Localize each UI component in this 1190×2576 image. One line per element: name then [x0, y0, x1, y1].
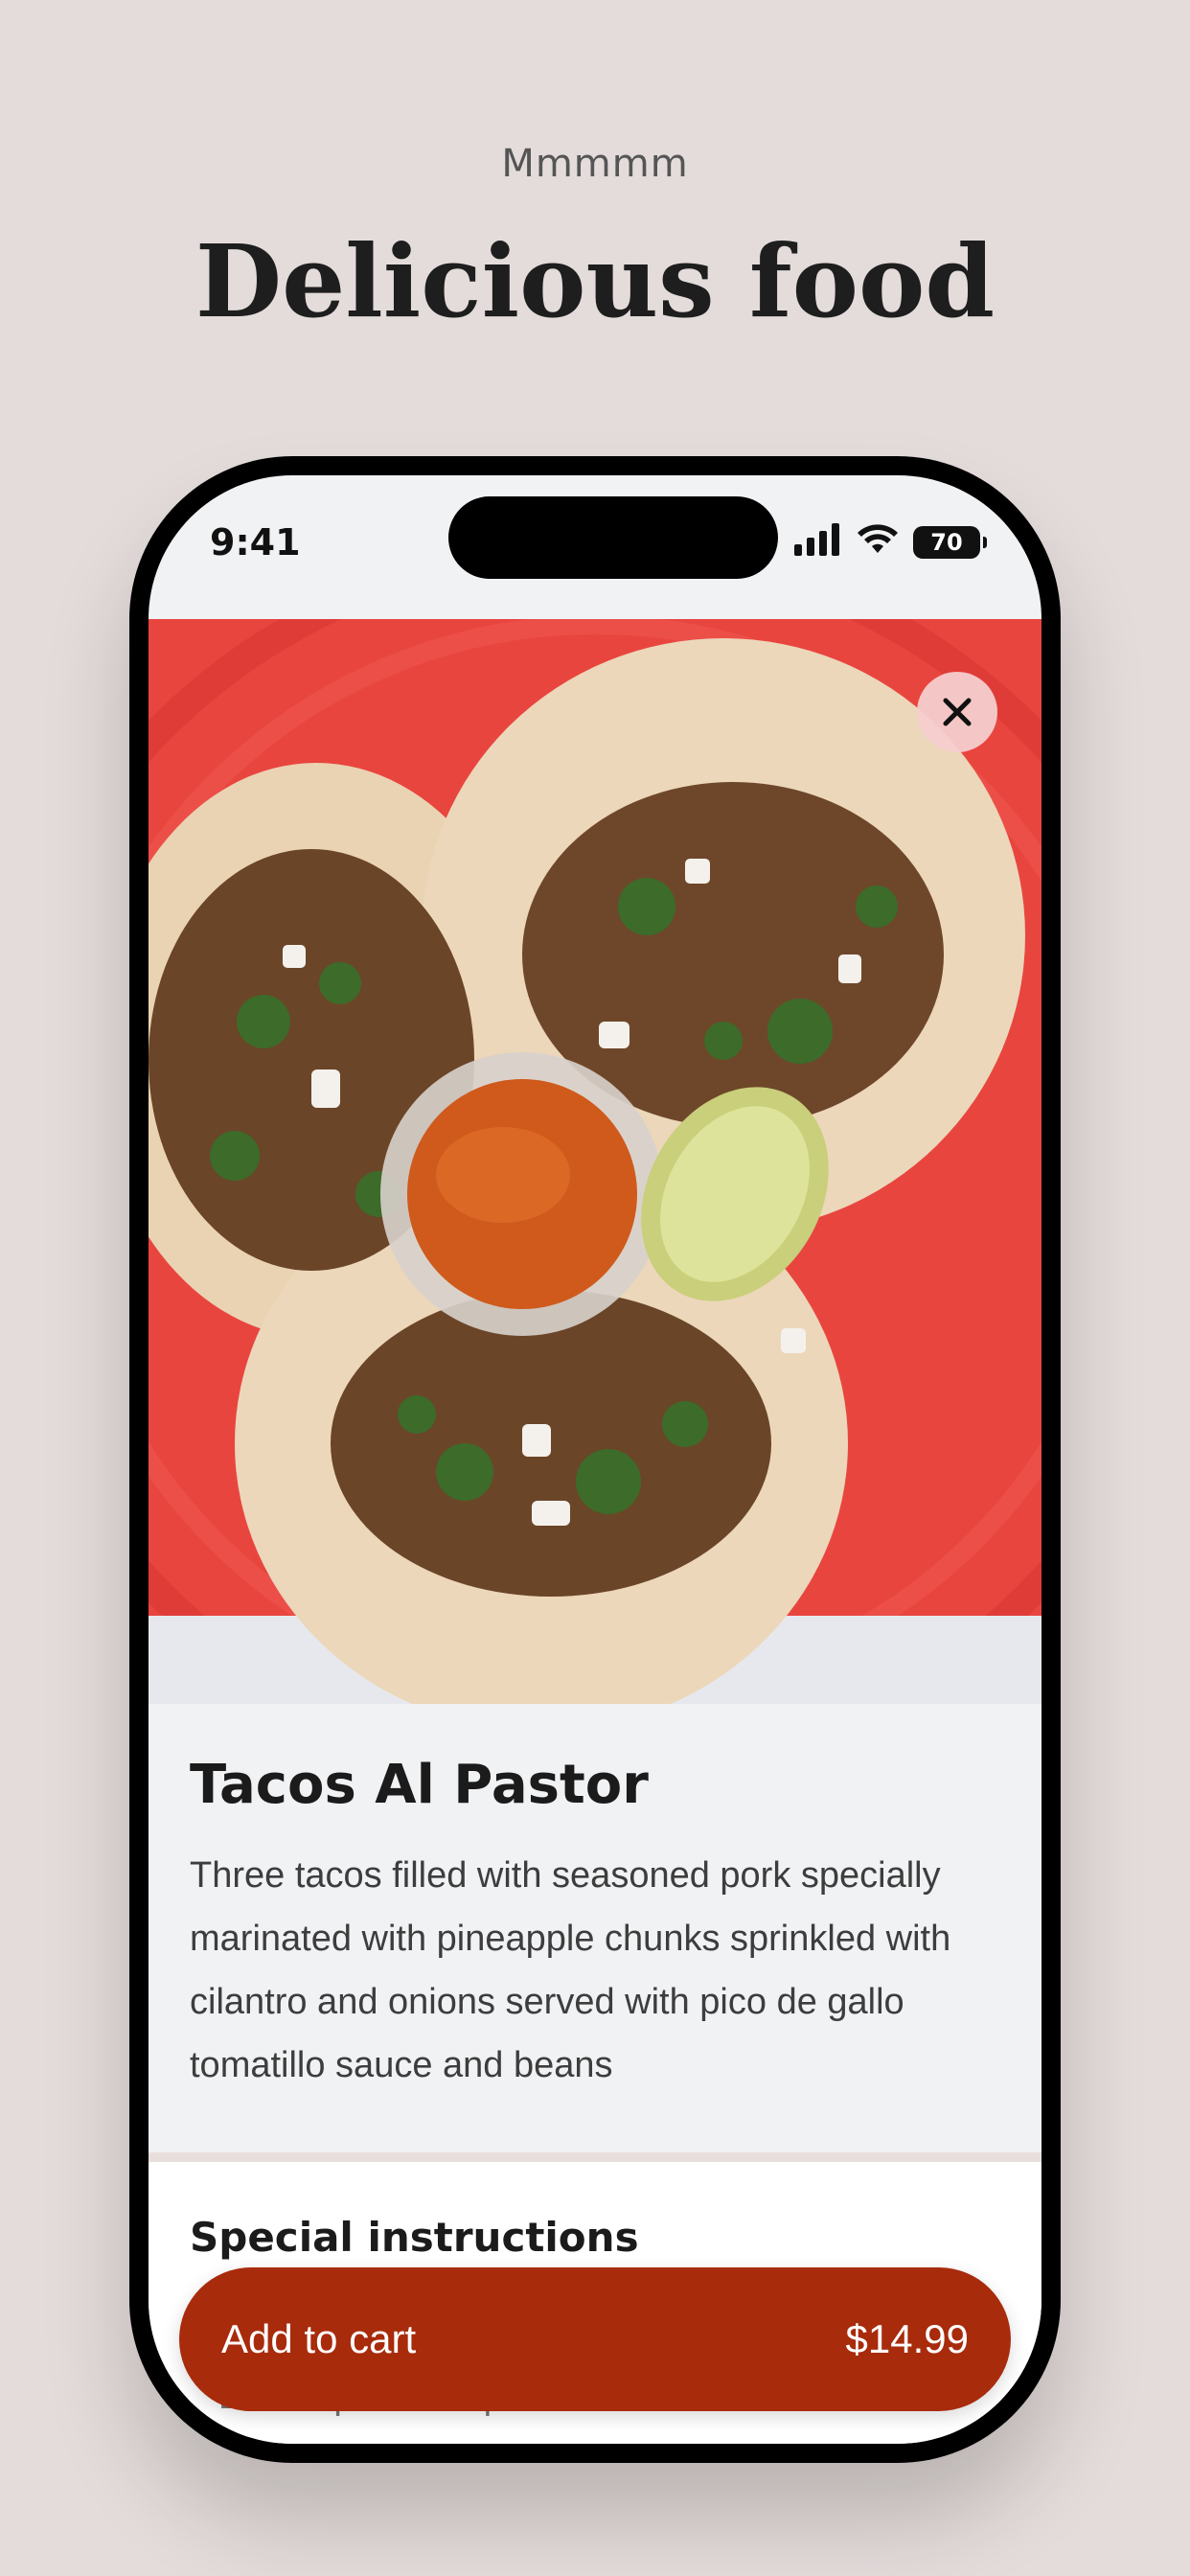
page-headline: Delicious food	[195, 222, 995, 340]
phone-screen: 9:41 70 Tacos Al Pastor Three tacos fill…	[149, 475, 1041, 2444]
section-divider	[149, 2152, 1041, 2162]
dynamic-island	[448, 496, 778, 579]
wifi-icon	[856, 523, 900, 561]
eyebrow-text: Mmmmm	[501, 142, 689, 186]
add-to-cart-label: Add to cart	[221, 2316, 417, 2361]
add-to-cart-button[interactable]: Add to cart $14.99	[179, 2267, 1011, 2411]
close-button[interactable]	[917, 672, 997, 752]
signal-icon	[794, 523, 842, 561]
battery-icon: 70	[913, 525, 987, 559]
product-title: Tacos Al Pastor	[190, 1754, 649, 1816]
phone-frame: 9:41 70 Tacos Al Pastor Three tacos fill…	[129, 456, 1061, 2463]
cart-price: $14.99	[845, 2316, 969, 2361]
status-icons: 70	[794, 523, 987, 561]
tacos-photo	[149, 619, 1041, 1704]
food-image	[149, 619, 1041, 1704]
special-instructions-label: Special instructions	[190, 2214, 639, 2261]
product-description: Three tacos filled with seasoned pork sp…	[190, 1855, 951, 2085]
status-time: 9:41	[210, 521, 301, 564]
close-icon	[943, 698, 972, 726]
